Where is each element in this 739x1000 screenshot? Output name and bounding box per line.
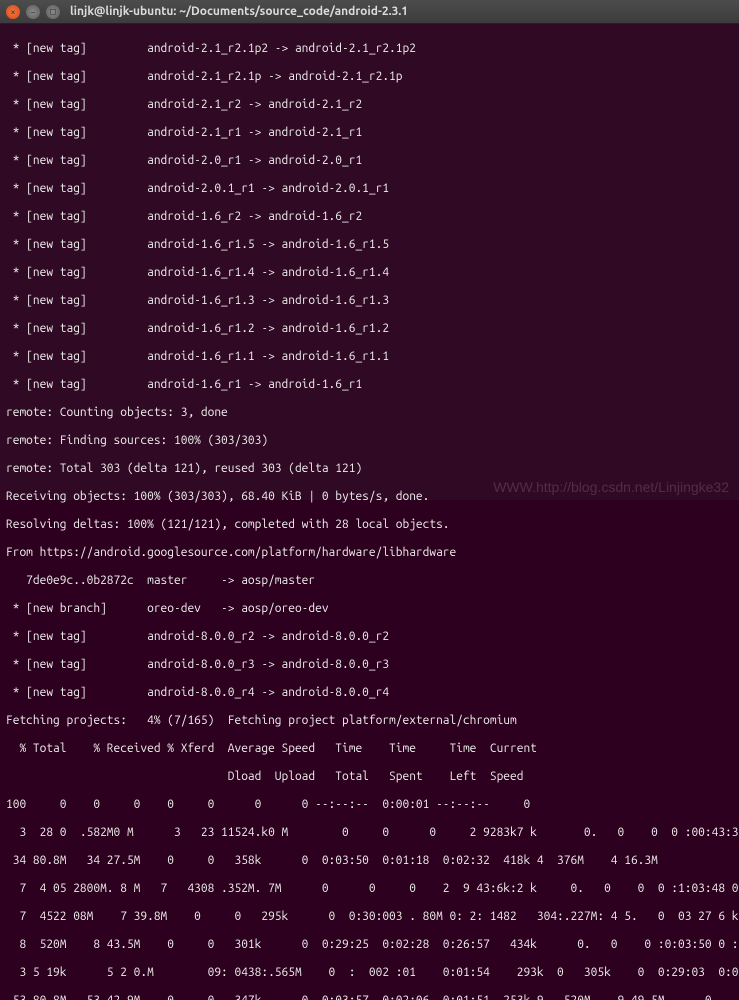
window-titlebar: × − □ linjk@linjk-ubuntu: ~/Documents/so… [0,0,739,24]
terminal-line: * [new tag] android-2.1_r2 -> android-2.… [6,98,733,112]
terminal-line: Resolving deltas: 100% (121/121), comple… [6,518,733,532]
terminal-line: * [new tag] android-1.6_r1.1 -> android-… [6,350,733,364]
terminal-line: * [new tag] android-1.6_r2 -> android-1.… [6,210,733,224]
terminal-line: * [new tag] android-8.0.0_r4 -> android-… [6,686,733,700]
terminal-line: 100 0 0 0 0 0 0 0 --:--:-- 0:00:01 --:--… [6,798,733,812]
terminal-line: 3 28 0 .582M0 M 3 23 11524.k0 M 0 0 0 2 … [6,826,733,840]
terminal-line: 7 4 05 2800M. 8 M 7 4308 .352M. 7M 0 0 0… [6,882,733,896]
terminal-line: remote: Counting objects: 3, done [6,406,733,420]
terminal-line: Fetching projects: 4% (7/165) Fetching p… [6,714,733,728]
terminal-line: remote: Finding sources: 100% (303/303) [6,434,733,448]
window-controls: × − □ [6,5,60,19]
terminal-line: * [new tag] android-2.0_r1 -> android-2.… [6,154,733,168]
terminal-line: * [new tag] android-1.6_r1.3 -> android-… [6,294,733,308]
terminal-line: * [new branch] oreo-dev -> aosp/oreo-dev [6,602,733,616]
terminal-line: 7de0e9c..0b2872c master -> aosp/master [6,574,733,588]
terminal-line: * [new tag] android-1.6_r1.4 -> android-… [6,266,733,280]
terminal-output[interactable]: * [new tag] android-2.1_r2.1p2 -> androi… [0,24,739,500]
minimize-icon[interactable]: − [26,5,40,19]
terminal-line: remote: Total 303 (delta 121), reused 30… [6,462,733,476]
terminal-line: 3 5 19k 5 2 0.M 09: 0438:.565M 0 : 002 :… [6,966,733,980]
terminal-line: 53 80.8M 53 42.9M 0 0 347k 0 0:03:57 0:0… [6,994,733,1000]
terminal-line: 8 520M 8 43.5M 0 0 301k 0 0:29:25 0:02:2… [6,938,733,952]
terminal-line: 7 4522 08M 7 39.8M 0 0 295k 0 0:30:003 .… [6,910,733,924]
terminal-line: * [new tag] android-8.0.0_r2 -> android-… [6,630,733,644]
terminal-line: * [new tag] android-8.0.0_r3 -> android-… [6,658,733,672]
terminal-line: % Total % Received % Xferd Average Speed… [6,742,733,756]
terminal-line: * [new tag] android-2.1_r1 -> android-2.… [6,126,733,140]
terminal-line: * [new tag] android-1.6_r1.5 -> android-… [6,238,733,252]
terminal-line: * [new tag] android-2.1_r2.1p -> android… [6,70,733,84]
terminal-line: Dload Upload Total Spent Left Speed [6,770,733,784]
close-icon[interactable]: × [6,5,20,19]
terminal-line: * [new tag] android-1.6_r1 -> android-1.… [6,378,733,392]
terminal-line: * [new tag] android-2.1_r2.1p2 -> androi… [6,42,733,56]
terminal-line: 34 80.8M 34 27.5M 0 0 358k 0 0:03:50 0:0… [6,854,733,868]
terminal-line: Receiving objects: 100% (303/303), 68.40… [6,490,733,504]
terminal-line: * [new tag] android-2.0.1_r1 -> android-… [6,182,733,196]
terminal-line: From https://android.googlesource.com/pl… [6,546,733,560]
window-title: linjk@linjk-ubuntu: ~/Documents/source_c… [70,5,408,18]
terminal-line: * [new tag] android-1.6_r1.2 -> android-… [6,322,733,336]
maximize-icon[interactable]: □ [46,5,60,19]
